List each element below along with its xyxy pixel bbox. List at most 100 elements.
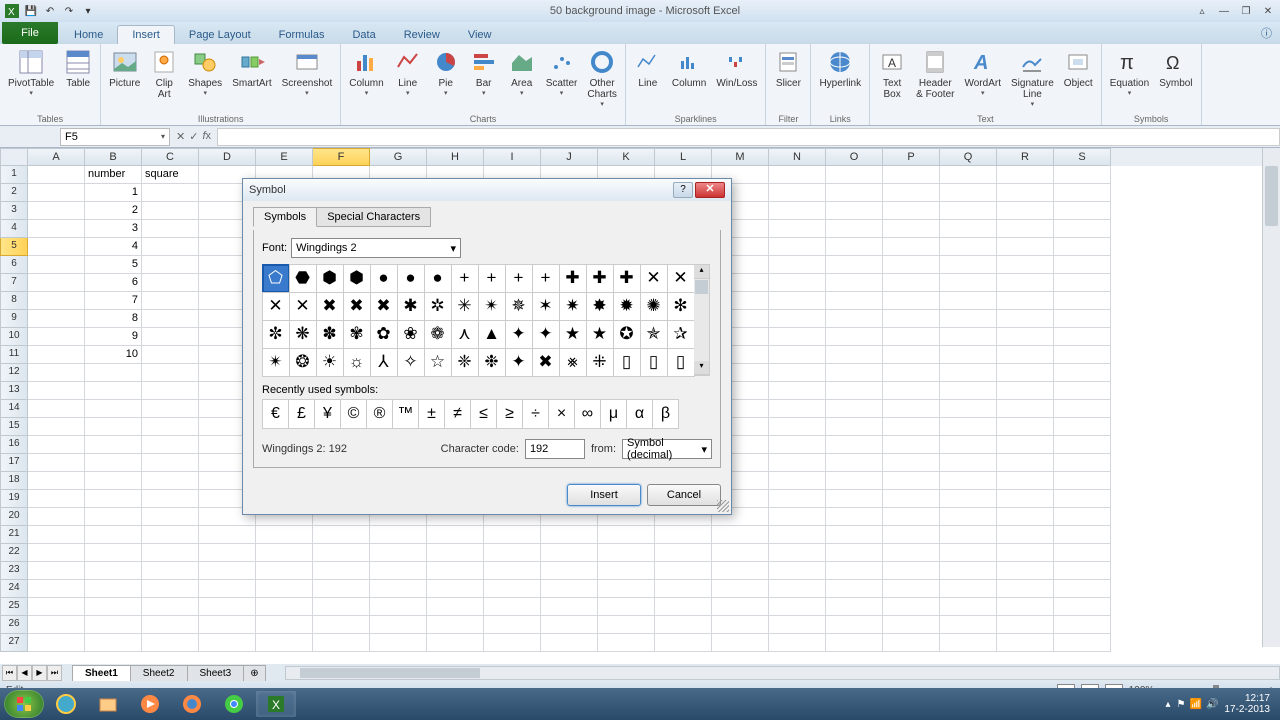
vertical-scrollbar[interactable] (1262, 148, 1280, 647)
symbol-cell[interactable]: ☼ (343, 348, 371, 377)
cell[interactable] (826, 220, 883, 238)
cell[interactable] (85, 418, 142, 436)
cell[interactable] (826, 490, 883, 508)
taskbar-chrome-icon[interactable] (214, 691, 254, 717)
cell[interactable] (826, 256, 883, 274)
cell[interactable]: 8 (85, 310, 142, 328)
cell[interactable] (142, 562, 199, 580)
cell[interactable] (769, 166, 826, 184)
recent-symbol-cell[interactable]: ÷ (522, 399, 549, 429)
cell[interactable] (28, 454, 85, 472)
cell[interactable] (28, 166, 85, 184)
row-header[interactable]: 21 (0, 526, 28, 544)
cell[interactable] (541, 634, 598, 652)
cell[interactable] (997, 526, 1054, 544)
symbol-cell[interactable]: ❋ (289, 320, 317, 349)
row-header[interactable]: 19 (0, 490, 28, 508)
cell[interactable] (28, 292, 85, 310)
symbol-cell[interactable]: + (505, 264, 533, 293)
cell[interactable] (541, 598, 598, 616)
symbol-cell[interactable]: ✦ (505, 320, 533, 349)
chart-other-button[interactable]: Other Charts▾ (583, 46, 620, 110)
row-header[interactable]: 17 (0, 454, 28, 472)
symbol-cell[interactable]: ✕ (640, 264, 668, 293)
cell[interactable] (997, 454, 1054, 472)
symbol-cell[interactable]: ✖ (343, 292, 371, 321)
pivottable-button[interactable]: PivotTable▾ (4, 46, 58, 99)
file-tab[interactable]: File (2, 22, 58, 44)
cell[interactable] (826, 616, 883, 634)
cell[interactable] (769, 382, 826, 400)
symbol-cell[interactable]: + (478, 264, 506, 293)
equation-button[interactable]: πEquation▾ (1106, 46, 1153, 99)
cell[interactable] (541, 526, 598, 544)
cell[interactable] (769, 634, 826, 652)
column-header[interactable]: R (997, 148, 1054, 166)
save-icon[interactable]: 💾 (23, 3, 39, 19)
cell[interactable] (826, 310, 883, 328)
symbol-cell[interactable]: ❉ (478, 348, 506, 377)
cell[interactable] (142, 220, 199, 238)
font-select[interactable]: Wingdings 2▾ (291, 238, 461, 258)
tab-review[interactable]: Review (390, 26, 454, 44)
slicer-button[interactable]: Slicer (770, 46, 806, 91)
symbol-cell[interactable]: ⅄ (370, 348, 398, 377)
symbol-cell[interactable]: ✴ (478, 292, 506, 321)
symbol-cell[interactable]: ✱ (397, 292, 425, 321)
cell[interactable] (997, 292, 1054, 310)
sheet-nav-prev-icon[interactable]: ◀ (17, 665, 32, 681)
cell[interactable] (142, 184, 199, 202)
cell[interactable] (28, 256, 85, 274)
cell[interactable] (769, 220, 826, 238)
cell[interactable] (826, 544, 883, 562)
cell[interactable] (28, 598, 85, 616)
cell[interactable] (883, 202, 940, 220)
cell[interactable] (826, 598, 883, 616)
row-header[interactable]: 22 (0, 544, 28, 562)
symbol-cell[interactable]: ✽ (316, 320, 344, 349)
cell[interactable] (826, 184, 883, 202)
column-header[interactable]: M (712, 148, 769, 166)
scroll-down-icon[interactable]: ▾ (694, 361, 709, 375)
cell[interactable] (826, 418, 883, 436)
cell[interactable] (769, 598, 826, 616)
cell[interactable] (997, 382, 1054, 400)
row-header[interactable]: 2 (0, 184, 28, 202)
charcode-input[interactable] (525, 439, 585, 459)
recent-symbol-cell[interactable]: £ (288, 399, 315, 429)
cell[interactable] (28, 310, 85, 328)
tab-view[interactable]: View (454, 26, 506, 44)
symbol-cell[interactable]: ✸ (586, 292, 614, 321)
enter-formula-icon[interactable]: ✓ (189, 130, 198, 143)
cell[interactable] (769, 472, 826, 490)
cell[interactable] (940, 436, 997, 454)
cell[interactable] (142, 400, 199, 418)
cell[interactable] (28, 508, 85, 526)
column-header[interactable]: H (427, 148, 484, 166)
cell[interactable] (85, 634, 142, 652)
cell[interactable] (883, 634, 940, 652)
cell[interactable] (256, 580, 313, 598)
cell[interactable] (712, 526, 769, 544)
tab-page-layout[interactable]: Page Layout (175, 26, 265, 44)
row-header[interactable]: 3 (0, 202, 28, 220)
cell[interactable] (940, 526, 997, 544)
recent-symbol-cell[interactable]: € (262, 399, 289, 429)
cell[interactable] (598, 580, 655, 598)
cell[interactable] (997, 364, 1054, 382)
cell[interactable] (997, 436, 1054, 454)
cell[interactable] (997, 580, 1054, 598)
symbol-cell[interactable]: ❁ (424, 320, 452, 349)
cell[interactable] (655, 616, 712, 634)
recent-symbol-cell[interactable]: β (652, 399, 679, 429)
cell[interactable] (313, 598, 370, 616)
cell[interactable] (1054, 472, 1111, 490)
cell[interactable] (769, 274, 826, 292)
cell[interactable] (883, 328, 940, 346)
cell[interactable] (997, 598, 1054, 616)
cell[interactable] (997, 562, 1054, 580)
tab-data[interactable]: Data (338, 26, 389, 44)
cell[interactable] (28, 220, 85, 238)
cell[interactable] (940, 472, 997, 490)
tab-home[interactable]: Home (60, 26, 117, 44)
